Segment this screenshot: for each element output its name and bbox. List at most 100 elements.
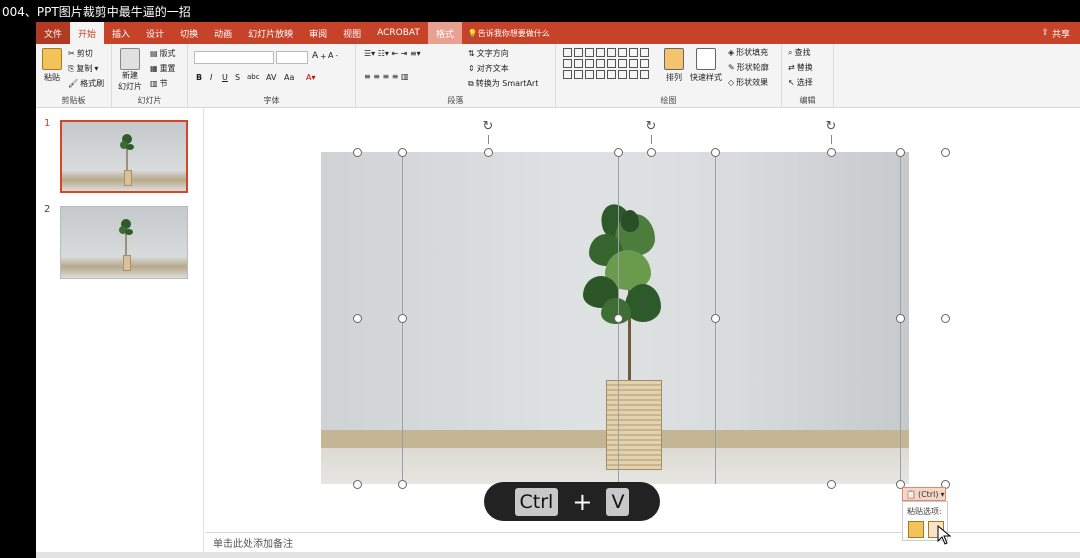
resize-handle[interactable] bbox=[353, 314, 362, 323]
smartart-button[interactable]: ⧉ 转换为 SmartArt bbox=[468, 78, 538, 89]
section-icon: ▥ bbox=[150, 79, 158, 88]
align-buttons[interactable]: ≡ ≡ ≡ ≡ ▥ bbox=[364, 72, 409, 81]
pencil-icon: ✎ bbox=[728, 63, 735, 72]
quick-styles-button[interactable]: 快速样式 bbox=[690, 48, 722, 83]
rotate-icon[interactable]: ↻ bbox=[481, 120, 495, 134]
shrink-font-button[interactable]: A- bbox=[328, 51, 338, 60]
reset-button[interactable]: ▦ 重置 bbox=[150, 63, 176, 74]
resize-handle[interactable] bbox=[647, 148, 656, 157]
find-button[interactable]: ⌕ 查找 bbox=[788, 47, 810, 58]
rotate-icon[interactable]: ↻ bbox=[644, 120, 658, 134]
replace-icon: ⇄ bbox=[788, 63, 795, 72]
grow-font-button[interactable]: A + bbox=[312, 51, 326, 61]
align-text-button[interactable]: ⇕ 对齐文本 bbox=[468, 63, 509, 74]
clipboard-icon: 📋 bbox=[906, 489, 916, 499]
resize-handle[interactable] bbox=[941, 148, 950, 157]
tab-animations[interactable]: 动画 bbox=[206, 22, 240, 44]
section-button[interactable]: ▥ 节 bbox=[150, 78, 168, 89]
plant-leaf bbox=[621, 210, 639, 232]
new-slide-button[interactable]: 新建 幻灯片 bbox=[118, 48, 142, 92]
font-size-dropdown[interactable] bbox=[276, 51, 308, 64]
cut-label: 剪切 bbox=[76, 49, 93, 58]
paste-options-title: 粘贴选项: bbox=[907, 507, 942, 516]
layout-icon: ▤ bbox=[150, 49, 158, 58]
layout-button[interactable]: ▤ 版式 bbox=[150, 48, 176, 59]
tab-format[interactable]: 格式 bbox=[427, 22, 462, 44]
copy-button[interactable]: ⎘ 复制 ▾ bbox=[68, 63, 98, 74]
resize-handle[interactable] bbox=[398, 148, 407, 157]
tab-file[interactable]: 文件 bbox=[36, 22, 71, 44]
replace-button[interactable]: ⇄ 替换 bbox=[788, 62, 813, 73]
resize-handle[interactable] bbox=[614, 148, 623, 157]
shadow-button[interactable]: S bbox=[235, 73, 240, 82]
slide-thumbnail-1[interactable] bbox=[60, 120, 188, 193]
shapes-gallery[interactable] bbox=[562, 47, 658, 80]
tab-design[interactable]: 设计 bbox=[138, 22, 172, 44]
tell-me-box[interactable]: 💡 告诉我你想要做什么 bbox=[468, 28, 550, 39]
underline-button[interactable]: U bbox=[222, 73, 228, 82]
tab-slideshow[interactable]: 幻灯片放映 bbox=[240, 22, 301, 44]
resize-handle[interactable] bbox=[614, 314, 623, 323]
pointer-icon: ↖ bbox=[788, 78, 795, 87]
tab-acrobat[interactable]: ACROBAT bbox=[369, 22, 428, 44]
change-case-button[interactable]: Aa bbox=[284, 73, 294, 82]
resize-handle[interactable] bbox=[827, 148, 836, 157]
resize-handle[interactable] bbox=[353, 480, 362, 489]
rotate-handle-stem bbox=[651, 135, 652, 144]
share-button[interactable]: ⇪ 共享 bbox=[1041, 22, 1070, 44]
paint-bucket-icon: ◈ bbox=[728, 48, 735, 57]
smartart-icon: ⧉ bbox=[468, 78, 474, 88]
resize-handle[interactable] bbox=[398, 314, 407, 323]
tab-insert[interactable]: 插入 bbox=[104, 22, 138, 44]
resize-handle[interactable] bbox=[896, 314, 905, 323]
select-label: 选择 bbox=[796, 78, 813, 87]
resize-handle[interactable] bbox=[398, 480, 407, 489]
slides-group-label: 幻灯片 bbox=[137, 96, 162, 105]
resize-handle[interactable] bbox=[941, 314, 950, 323]
slide-thumbnail-2[interactable] bbox=[60, 206, 188, 279]
paste-keep-format-icon[interactable] bbox=[908, 521, 924, 538]
font-group-label: 字体 bbox=[263, 96, 280, 105]
resize-handle[interactable] bbox=[711, 148, 720, 157]
tab-transitions[interactable]: 切换 bbox=[172, 22, 206, 44]
text-direction-button[interactable]: ⇅ 文字方向 bbox=[468, 48, 509, 59]
font-name-dropdown[interactable] bbox=[194, 51, 274, 64]
copy-label: 复制 bbox=[76, 64, 93, 73]
quick-styles-icon bbox=[696, 48, 716, 70]
ribbon-tabs: 文件 开始 插入 设计 切换 动画 幻灯片放映 审阅 视图 ACROBAT 格式… bbox=[36, 22, 1080, 44]
paste-button[interactable]: 粘贴 bbox=[42, 48, 62, 83]
char-spacing-button[interactable]: AV bbox=[266, 73, 276, 82]
rotate-icon[interactable]: ↻ bbox=[824, 120, 838, 134]
smartart-label: 转换为 SmartArt bbox=[475, 79, 539, 88]
clipboard-group: 粘贴 ✂ 剪切 ⎘ 复制 ▾ 🖌 格式刷 剪贴板 bbox=[36, 44, 112, 108]
editing-group: ⌕ 查找 ⇄ 替换 ↖ 选择 编辑 bbox=[782, 44, 834, 108]
font-color-button[interactable]: A▾ bbox=[306, 73, 316, 82]
cut-button[interactable]: ✂ 剪切 bbox=[68, 48, 93, 59]
shape-fill-button[interactable]: ◈ 形状填充 bbox=[728, 47, 768, 58]
reset-label: 重置 bbox=[159, 64, 176, 73]
resize-handle[interactable] bbox=[896, 148, 905, 157]
bullets-button[interactable]: ☰▾ ☷▾ ⇤ ⇥ ≡▾ bbox=[364, 49, 421, 58]
strikethrough-button[interactable]: abc bbox=[247, 73, 260, 81]
format-painter-button[interactable]: 🖌 格式刷 bbox=[68, 78, 104, 89]
resize-handle[interactable] bbox=[353, 148, 362, 157]
tab-review[interactable]: 审阅 bbox=[301, 22, 335, 44]
shape-outline-button[interactable]: ✎ 形状轮廓 bbox=[728, 62, 769, 73]
resize-handle[interactable] bbox=[711, 314, 720, 323]
resize-handle[interactable] bbox=[827, 480, 836, 489]
italic-button[interactable]: I bbox=[210, 73, 212, 82]
arrange-icon bbox=[664, 48, 684, 70]
shape-effects-button[interactable]: ◇ 形状效果 bbox=[728, 77, 768, 88]
ribbon: 粘贴 ✂ 剪切 ⎘ 复制 ▾ 🖌 格式刷 剪贴板 新建 幻灯片 ▤ 版式 ▦ 重置 ▥ 节 幻灯… bbox=[36, 44, 1080, 108]
shape-effects-label: 形状效果 bbox=[736, 78, 769, 87]
tab-home[interactable]: 开始 bbox=[70, 22, 105, 44]
paste-options-button[interactable]: 📋 (Ctrl) ▾ bbox=[902, 487, 946, 501]
bold-button[interactable]: B bbox=[196, 73, 202, 82]
tab-view[interactable]: 视图 bbox=[335, 22, 369, 44]
search-icon: ⌕ bbox=[788, 47, 793, 57]
arrange-button[interactable]: 排列 bbox=[664, 48, 684, 83]
select-button[interactable]: ↖ 选择 bbox=[788, 77, 813, 88]
align-text-label: 对齐文本 bbox=[476, 64, 509, 73]
resize-handle[interactable] bbox=[484, 148, 493, 157]
tell-me-text: 告诉我你想要做什么 bbox=[477, 28, 550, 38]
